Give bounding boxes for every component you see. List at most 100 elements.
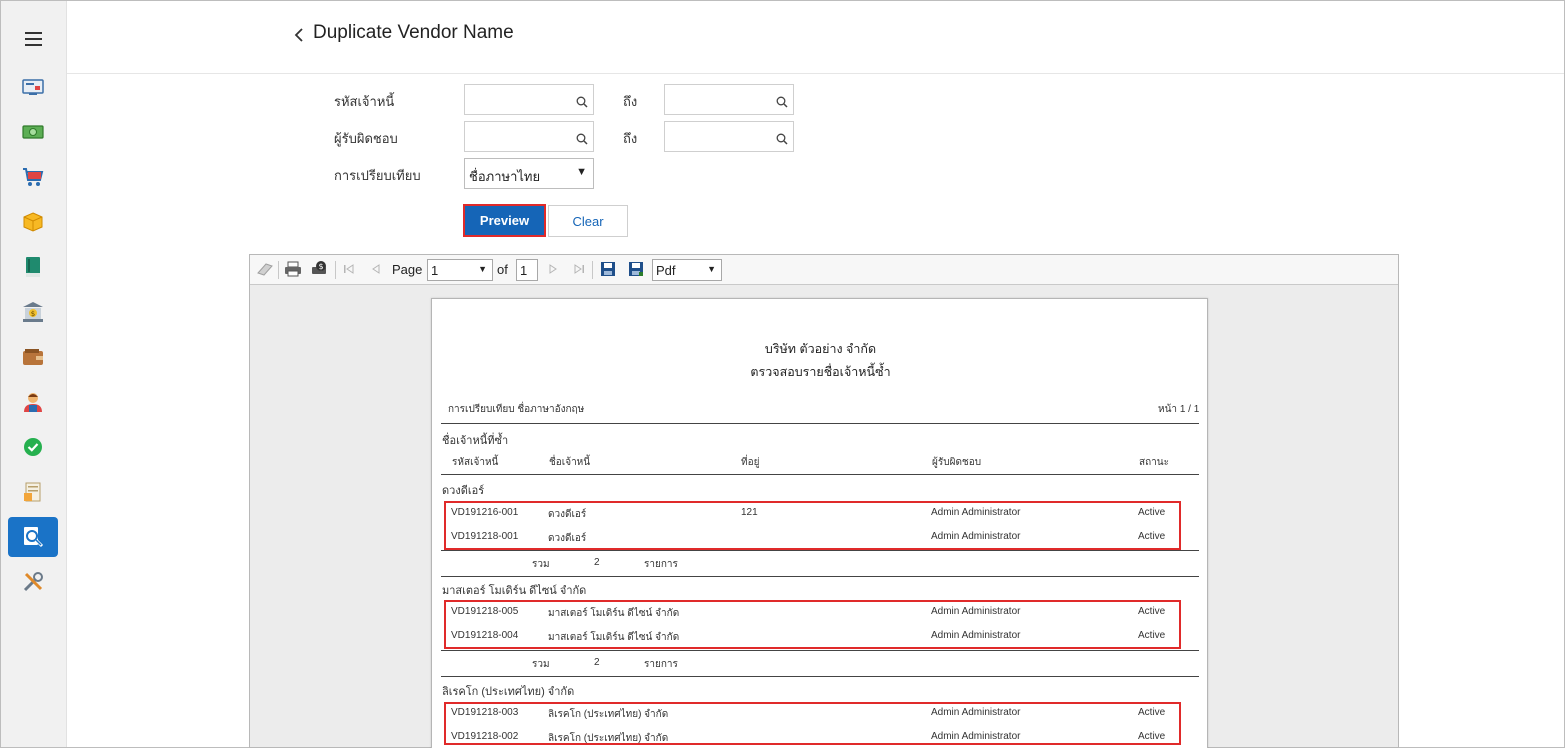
search-icon[interactable] [776, 130, 788, 149]
vendor-code-from-input[interactable] [464, 84, 594, 115]
report-page-text: หน้า 1 / 1 [1158, 404, 1200, 415]
vendor-code-to-input[interactable] [664, 84, 794, 115]
column-header-owner: ผู้รับผิดชอบ [932, 457, 982, 468]
svg-text:$: $ [31, 310, 35, 318]
column-header-address: ที่อยู่ [741, 457, 760, 468]
back-chevron-icon[interactable] [293, 26, 307, 46]
row-code: VD191218-004 [451, 630, 519, 641]
row-code: VD191216-001 [451, 507, 519, 518]
search-icon[interactable] [576, 130, 588, 149]
group-count: 2 [594, 657, 600, 668]
dropdown-arrow-icon: ▼ [576, 166, 587, 178]
money-icon[interactable] [20, 119, 46, 145]
row-name: มาสเตอร์ โมเดิร์น ดีไซน์ จำกัด [548, 608, 680, 619]
cart-icon[interactable] [20, 164, 46, 190]
total-pages-box: 1 [516, 259, 538, 281]
search-icon[interactable] [576, 93, 588, 112]
divider [441, 650, 1199, 651]
search-icon[interactable] [776, 93, 788, 112]
column-header-status: สถานะ [1139, 457, 1169, 468]
group-items-label: รายการ [644, 559, 678, 570]
next-page-icon[interactable] [546, 261, 560, 280]
row-status: Active [1138, 507, 1166, 518]
toolbar-separator [592, 261, 593, 279]
row-status: Active [1138, 630, 1166, 641]
print-layout-icon[interactable] [256, 261, 274, 281]
report-compare-text: การเปรียบเทียบ ชื่อภาษาอังกฤษ [448, 404, 585, 415]
responsible-label: ผู้รับผิดชอบ [334, 131, 398, 146]
vendor-code-to-label: ถึง [623, 94, 638, 109]
previous-page-icon[interactable] [369, 261, 383, 280]
bank-icon[interactable]: $ [20, 299, 46, 325]
row-status: Active [1138, 707, 1166, 718]
responsible-from-input[interactable] [464, 121, 594, 152]
group-name: มาสเตอร์ โมเดิร์น ดีไซน์ จำกัด [442, 585, 587, 597]
first-page-icon[interactable] [342, 261, 356, 280]
report-title: ตรวจสอบรายชื่อเจ้าหนี้ซ้ำ [750, 365, 891, 379]
report-company: บริษัท ตัวอย่าง จำกัด [764, 342, 877, 356]
print-icon[interactable] [284, 261, 302, 281]
viewer-toolbar: $ Page 1 ▼ of 1 Pdf ▼ [250, 255, 1398, 285]
compare-select[interactable]: ชื่อภาษาไทย ▼ [464, 158, 594, 189]
group-count: 2 [594, 557, 600, 568]
menu-icon[interactable] [25, 32, 42, 46]
dropdown-arrow-icon: ▼ [478, 264, 487, 274]
column-header-name: ชื่อเจ้าหนี้ [549, 457, 591, 468]
last-page-icon[interactable] [572, 261, 586, 280]
row-name: ดวงดีเอร์ [548, 533, 587, 544]
group-sum-label: รวม [532, 559, 550, 570]
approve-check-icon[interactable] [20, 434, 46, 460]
row-code: VD191218-005 [451, 606, 519, 617]
box-icon[interactable] [20, 209, 46, 235]
page-number-select[interactable]: 1 ▼ [427, 259, 493, 281]
row-owner: Admin Administrator [931, 606, 1021, 617]
save-icon[interactable] [600, 261, 616, 281]
clear-button[interactable]: Clear [548, 205, 628, 237]
total-pages-value: 1 [520, 263, 528, 278]
row-name: ลิเรคโก (ประเทศไทย) จำกัด [548, 733, 669, 744]
group-sum-label: รวม [532, 659, 550, 670]
people-icon[interactable] [20, 389, 46, 415]
page-label: Page [392, 262, 423, 277]
report-search-icon [21, 525, 45, 553]
group-name: ดวงดีเอร์ [442, 485, 485, 497]
row-status: Active [1138, 731, 1166, 742]
page-title: Duplicate Vendor Name [313, 22, 514, 43]
row-address: 121 [741, 507, 758, 518]
responsible-to-label: ถึง [623, 131, 638, 146]
row-name: ดวงดีเอร์ [548, 509, 587, 520]
row-code: VD191218-002 [451, 731, 519, 742]
document-icon[interactable] [20, 479, 46, 505]
export-format-select[interactable]: Pdf ▼ [652, 259, 722, 281]
print-export-icon[interactable]: $ [311, 261, 329, 281]
dropdown-arrow-icon: ▼ [707, 264, 716, 274]
divider [441, 423, 1199, 424]
save-as-icon[interactable] [628, 261, 644, 281]
of-label: of [497, 262, 508, 277]
svg-text:$: $ [318, 262, 323, 271]
export-format-value: Pdf [656, 263, 676, 278]
responsible-to-input[interactable] [664, 121, 794, 152]
page-number-value: 1 [431, 263, 439, 278]
row-owner: Admin Administrator [931, 531, 1021, 542]
row-owner: Admin Administrator [931, 507, 1021, 518]
row-code: VD191218-001 [451, 531, 519, 542]
divider [441, 576, 1199, 577]
row-status: Active [1138, 606, 1166, 617]
row-owner: Admin Administrator [931, 731, 1021, 742]
compare-select-value: ชื่อภาษาไทย [469, 169, 541, 184]
dashboard-icon[interactable] [20, 74, 46, 100]
report-page: บริษัท ตัวอย่าง จำกัด ตรวจสอบรายชื่อเจ้า… [431, 298, 1208, 748]
wallet-icon[interactable] [20, 344, 46, 370]
group-name: ลิเรคโก (ประเทศไทย) จำกัด [442, 686, 575, 698]
report-nav-active[interactable] [8, 517, 58, 557]
tools-icon[interactable] [20, 569, 46, 595]
row-code: VD191218-003 [451, 707, 519, 718]
group-items-label: รายการ [644, 659, 678, 670]
report-section-title: ชื่อเจ้าหนี้ที่ซ้ำ [442, 435, 509, 447]
row-name: มาสเตอร์ โมเดิร์น ดีไซน์ จำกัด [548, 632, 680, 643]
preview-button[interactable]: Preview [463, 204, 546, 237]
book-icon[interactable] [20, 254, 46, 280]
toolbar-separator [278, 261, 279, 279]
row-name: ลิเรคโก (ประเทศไทย) จำกัด [548, 709, 669, 720]
